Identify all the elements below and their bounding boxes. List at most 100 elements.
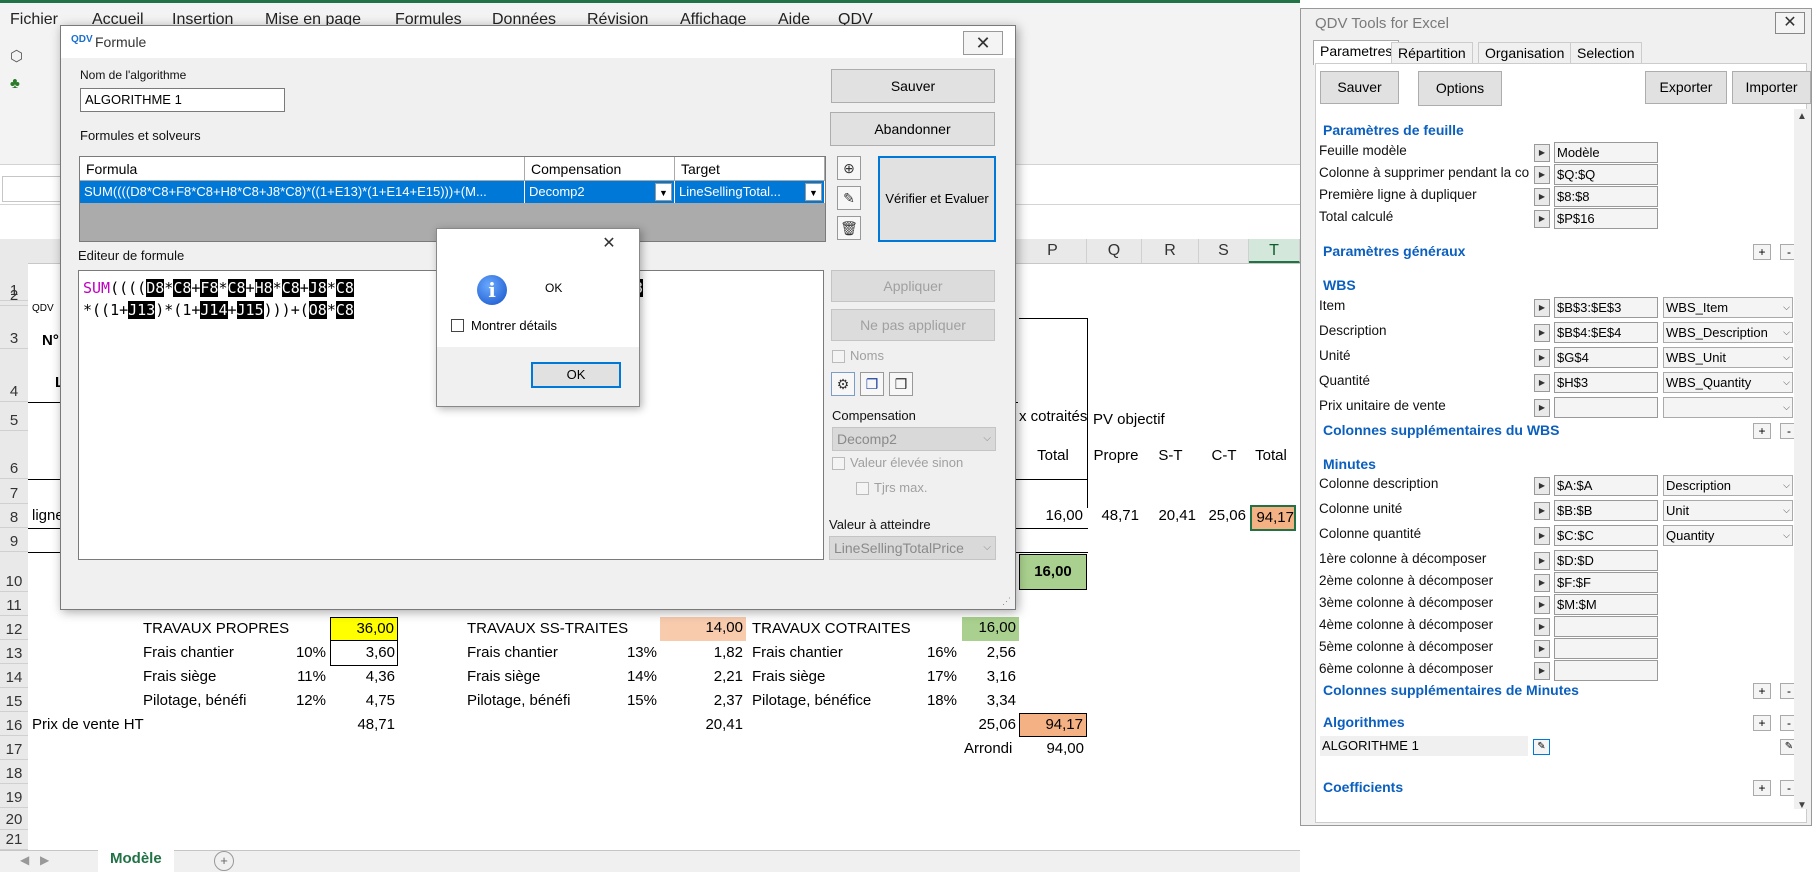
row-header[interactable]: 17 bbox=[0, 736, 28, 760]
param-value-input[interactable]: $P$16 bbox=[1554, 208, 1658, 229]
valeur-elevee-checkbox[interactable] bbox=[832, 457, 845, 470]
apply-button[interactable]: Appliquer bbox=[831, 270, 995, 302]
range-picker-icon[interactable]: ▶ bbox=[1534, 527, 1550, 545]
row-header[interactable]: 9 bbox=[0, 528, 28, 552]
row-header[interactable]: 5 bbox=[0, 402, 28, 431]
range-picker-icon[interactable]: ▶ bbox=[1534, 188, 1550, 206]
grid-header-target[interactable]: Target bbox=[675, 157, 825, 181]
cell-frais-chantier-b[interactable]: Frais chantier bbox=[467, 642, 558, 664]
cell-p13c[interactable]: 16% bbox=[880, 642, 957, 664]
cell-v16p[interactable]: 94,17 bbox=[1019, 713, 1087, 737]
cell-pilotage-c[interactable]: Pilotage, bénéfice bbox=[752, 690, 871, 712]
add-sheet-icon[interactable]: + bbox=[214, 851, 234, 871]
cell-v13a[interactable]: 3,60 bbox=[330, 642, 395, 664]
range-picker-icon[interactable]: ▶ bbox=[1534, 477, 1550, 495]
row-header[interactable]: 14 bbox=[0, 664, 28, 688]
cell-v16c[interactable]: 25,06 bbox=[962, 714, 1016, 736]
qdv-export-button[interactable]: Exporter bbox=[1645, 71, 1727, 104]
cell-pv-objectif[interactable]: PV objectif bbox=[1093, 409, 1165, 431]
param-value-input[interactable] bbox=[1554, 638, 1658, 659]
param-name-select[interactable]: WBS_Description ⌵ bbox=[1663, 322, 1793, 343]
qdv-save-button[interactable]: Sauver bbox=[1320, 71, 1399, 104]
expand-minutes-extra-button[interactable]: + bbox=[1753, 683, 1771, 699]
paste-icon[interactable]: ❒ bbox=[889, 372, 913, 396]
close-icon[interactable]: ✕ bbox=[589, 233, 629, 255]
param-name-select[interactable]: WBS_Quantity ⌵ bbox=[1663, 372, 1793, 393]
cell-p13b[interactable]: 13% bbox=[580, 642, 657, 664]
settings-icon[interactable]: ⚙ bbox=[831, 372, 855, 396]
grid-cell-formula[interactable]: SUM((((D8*C8+F8*C8+H8*C8+J8*C8)*((1+E13)… bbox=[80, 181, 525, 203]
param-value-input[interactable]: $H$3 bbox=[1554, 372, 1658, 393]
column-header-q[interactable]: Q bbox=[1087, 239, 1142, 263]
tab-repartition[interactable]: Répartition bbox=[1391, 42, 1473, 64]
cell-prix-vente[interactable]: Prix de vente HT bbox=[32, 714, 144, 736]
close-icon[interactable]: ✕ bbox=[1775, 12, 1805, 34]
cell-p8[interactable]: 16,00 bbox=[1019, 505, 1083, 527]
cell-p15a[interactable]: 12% bbox=[258, 690, 326, 712]
chevron-down-icon[interactable]: ▼ bbox=[805, 183, 822, 201]
param-value-input[interactable]: $M:$M bbox=[1554, 594, 1658, 615]
grid-header-formula[interactable]: Formula bbox=[80, 157, 525, 181]
param-value-input[interactable]: Modèle bbox=[1554, 142, 1658, 163]
abandon-button[interactable]: Abandonner bbox=[830, 112, 995, 146]
delete-formula-icon[interactable]: 🗑 bbox=[837, 216, 861, 240]
range-picker-icon[interactable]: ▶ bbox=[1534, 210, 1550, 228]
range-picker-icon[interactable]: ▶ bbox=[1534, 662, 1550, 680]
param-name-select[interactable]: ⌵ bbox=[1663, 397, 1793, 418]
param-value-input[interactable]: $Q:$Q bbox=[1554, 164, 1658, 185]
cell-propre[interactable]: Propre bbox=[1090, 445, 1142, 467]
range-picker-icon[interactable]: ▶ bbox=[1534, 324, 1550, 342]
algorithm-list-item[interactable]: ALGORITHME 1 bbox=[1320, 736, 1528, 756]
range-picker-icon[interactable]: ▶ bbox=[1534, 640, 1550, 658]
cell-p14b[interactable]: 14% bbox=[580, 666, 657, 688]
edit-algorithm-icon[interactable]: ✎ bbox=[1533, 739, 1550, 755]
expand-generaux-button[interactable]: + bbox=[1753, 244, 1771, 260]
cell-frais-chantier-a[interactable]: Frais chantier bbox=[143, 642, 234, 664]
tab-parametres[interactable]: Parametres bbox=[1313, 40, 1400, 65]
cell-v14a[interactable]: 4,36 bbox=[330, 666, 395, 688]
cell-v13c[interactable]: 2,56 bbox=[962, 642, 1016, 664]
cell-travaux-sst[interactable]: TRAVAUX SS-TRAITES bbox=[467, 618, 628, 640]
param-name-select[interactable]: Quantity ⌵ bbox=[1663, 525, 1793, 546]
param-value-input[interactable]: $F:$F bbox=[1554, 572, 1658, 593]
cell-t8[interactable]: 94,17 bbox=[1250, 505, 1296, 531]
cell-frais-siege-a[interactable]: Frais siège bbox=[143, 666, 216, 688]
algo-name-input[interactable]: ALGORITHME 1 bbox=[80, 88, 285, 112]
range-picker-icon[interactable]: ▶ bbox=[1534, 574, 1550, 592]
row-header[interactable]: 15 bbox=[0, 688, 28, 712]
expand-coefs-button[interactable]: + bbox=[1753, 780, 1771, 796]
range-picker-icon[interactable]: ▶ bbox=[1534, 349, 1550, 367]
range-picker-icon[interactable]: ▶ bbox=[1534, 166, 1550, 184]
cell-p15c[interactable]: 18% bbox=[880, 690, 957, 712]
cell-cotraites[interactable]: x cotraités bbox=[1019, 406, 1087, 428]
cell-p13a[interactable]: 10% bbox=[258, 642, 326, 664]
cell-p15b[interactable]: 15% bbox=[580, 690, 657, 712]
row-header[interactable]: 20 bbox=[0, 808, 28, 830]
param-name-select[interactable]: Description ⌵ bbox=[1663, 475, 1793, 496]
grid-header-compensation[interactable]: Compensation bbox=[525, 157, 675, 181]
cell-cot-val[interactable]: 16,00 bbox=[962, 617, 1019, 641]
cell-q8[interactable]: 48,71 bbox=[1087, 505, 1139, 527]
row-header[interactable]: 13 bbox=[0, 640, 28, 664]
range-picker-icon[interactable]: ▶ bbox=[1534, 399, 1550, 417]
qdv-import-button[interactable]: Importer bbox=[1732, 71, 1811, 104]
ok-button[interactable]: OK bbox=[531, 362, 621, 388]
cell-p10[interactable]: 16,00 bbox=[1019, 554, 1087, 590]
param-value-input[interactable] bbox=[1554, 660, 1658, 681]
qdv-options-button[interactable]: Options bbox=[1418, 71, 1502, 106]
column-header-s[interactable]: S bbox=[1199, 239, 1249, 263]
cell-travaux-cot[interactable]: TRAVAUX COTRAITES bbox=[752, 618, 911, 640]
row-header[interactable]: 10 bbox=[0, 552, 28, 592]
param-value-input[interactable]: $A:$A bbox=[1554, 475, 1658, 496]
verify-evaluate-button[interactable]: Vérifier et Evaluer bbox=[878, 156, 996, 242]
cube-icon[interactable]: ⬡ bbox=[10, 47, 28, 65]
cell-tp-val[interactable]: 36,00 bbox=[330, 617, 398, 641]
tree-icon[interactable]: ♣ bbox=[10, 75, 28, 93]
row-header[interactable]: 6 bbox=[0, 431, 28, 479]
cell-total-p[interactable]: Total bbox=[1019, 445, 1087, 467]
range-picker-icon[interactable]: ▶ bbox=[1534, 144, 1550, 162]
copy-icon[interactable]: ❐ bbox=[860, 372, 884, 396]
cell-sst-val[interactable]: 14,00 bbox=[660, 617, 746, 641]
row-header[interactable]: 19 bbox=[0, 784, 28, 808]
cell-s8[interactable]: 25,06 bbox=[1199, 505, 1246, 527]
